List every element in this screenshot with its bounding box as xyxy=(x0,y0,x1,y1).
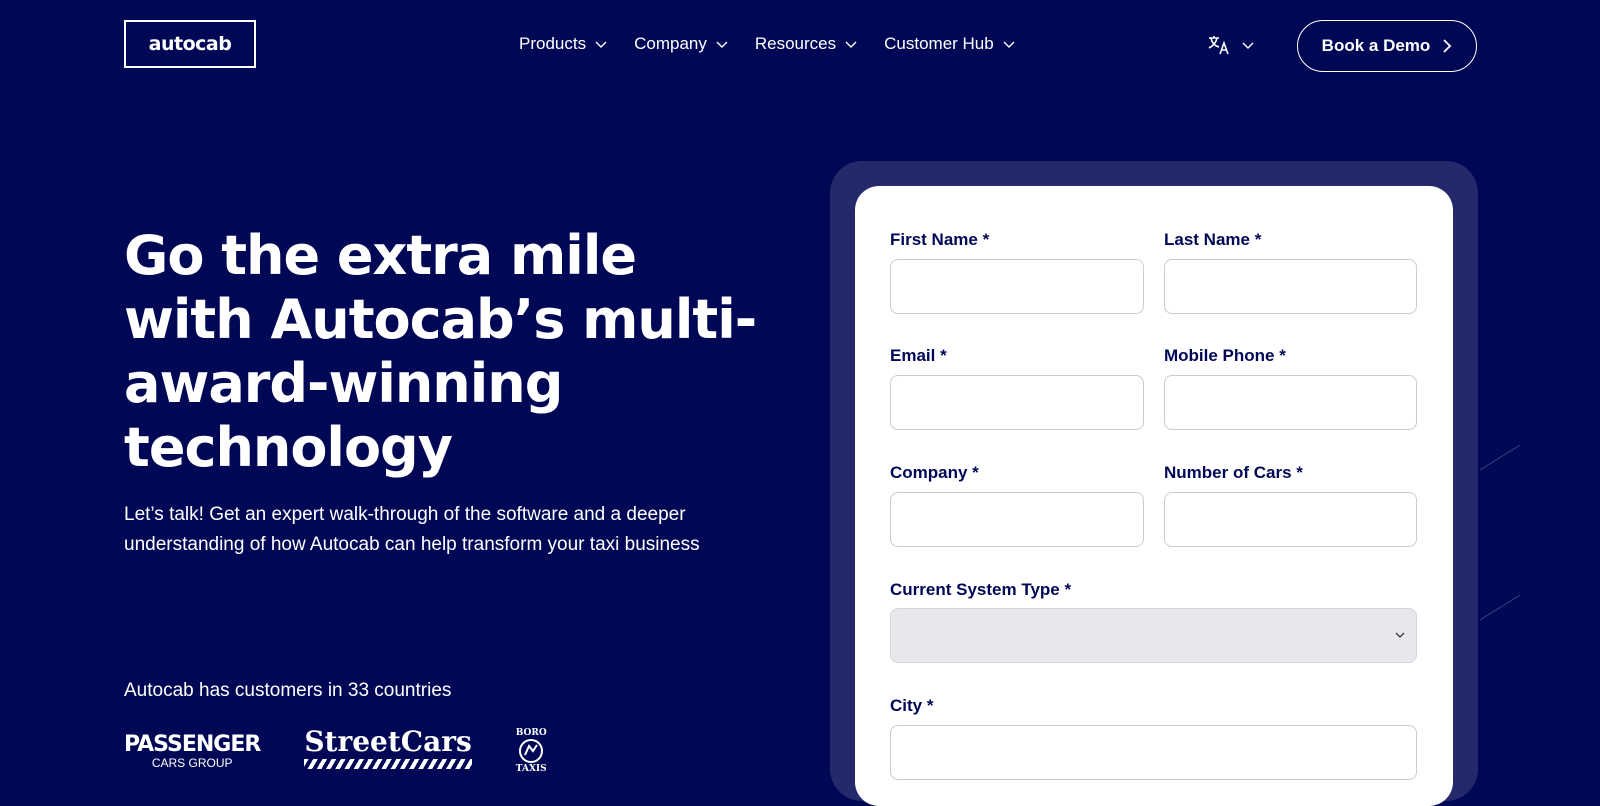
streetcars-stripe xyxy=(304,759,472,769)
first-name-label: First Name * xyxy=(890,230,990,249)
nav-customer-hub[interactable]: Customer Hub xyxy=(884,34,1016,54)
nav-company-label: Company xyxy=(634,34,707,53)
passenger-logo-text: PASSENGER xyxy=(124,732,261,757)
nav-products-label: Products xyxy=(519,34,587,53)
current-system-type-label: Current System Type * xyxy=(890,580,1072,599)
book-demo-label: Book a Demo xyxy=(1321,36,1431,55)
nav-company[interactable]: Company xyxy=(634,34,729,54)
decorative-lines xyxy=(1480,444,1520,621)
book-demo-button[interactable]: Book a Demo xyxy=(1297,20,1477,72)
company-field[interactable] xyxy=(890,492,1144,547)
chevron-right-icon xyxy=(1443,39,1452,53)
nav-resources[interactable]: Resources xyxy=(755,34,858,54)
email-label: Email * xyxy=(890,346,947,365)
last-name-field[interactable] xyxy=(1164,259,1417,314)
nav-resources-label: Resources xyxy=(754,34,837,53)
logo-text: autocab xyxy=(148,33,232,55)
hero-title: Go the extra mile with Autocab’s multi-a… xyxy=(124,224,757,479)
number-of-cars-label: Number of Cars * xyxy=(1164,463,1303,482)
chevron-down-icon xyxy=(1395,632,1405,638)
mobile-phone-field[interactable] xyxy=(1164,375,1417,430)
last-name-label: Last Name * xyxy=(1164,230,1262,249)
main-nav: Products Company Resources Customer Hub xyxy=(519,34,1042,54)
language-selector[interactable] xyxy=(1207,34,1255,56)
chevron-down-icon xyxy=(1003,41,1015,48)
first-name-field[interactable] xyxy=(890,259,1144,314)
boro-taxis-logo: BORO TAXIS xyxy=(516,728,547,774)
company-label: Company * xyxy=(890,463,979,482)
customers-count-text: Autocab has customers in 33 countries xyxy=(124,680,452,701)
streetcars-logo-text: StreetCars xyxy=(304,725,472,758)
city-field[interactable] xyxy=(890,725,1417,780)
passenger-cars-logo: PASSENGER CARS GROUP xyxy=(124,728,261,770)
boro-logo-bottom: TAXIS xyxy=(515,764,547,774)
current-system-type-select[interactable] xyxy=(890,608,1417,663)
city-label: City * xyxy=(890,696,934,715)
email-field[interactable] xyxy=(890,375,1144,430)
chevron-down-icon xyxy=(595,41,607,48)
nav-products[interactable]: Products xyxy=(519,34,608,54)
customer-logos: PASSENGER CARS GROUP StreetCars BORO TAX… xyxy=(124,728,547,781)
chevron-down-icon xyxy=(845,41,857,48)
streetcars-logo: StreetCars xyxy=(304,725,472,769)
autocab-logo[interactable]: autocab xyxy=(124,20,256,68)
number-of-cars-field[interactable] xyxy=(1164,492,1417,547)
nav-customer-hub-label: Customer Hub xyxy=(884,34,994,53)
boro-emblem-icon xyxy=(519,739,544,763)
hero-subtitle: Let’s talk! Get an expert walk-through o… xyxy=(124,504,700,555)
chevron-down-icon xyxy=(1242,42,1254,49)
chevron-down-icon xyxy=(716,41,728,48)
mobile-phone-label: Mobile Phone * xyxy=(1164,346,1286,365)
passenger-logo-subtext: CARS GROUP xyxy=(151,756,233,770)
translate-icon xyxy=(1208,36,1229,55)
boro-logo-top: BORO xyxy=(515,728,547,738)
